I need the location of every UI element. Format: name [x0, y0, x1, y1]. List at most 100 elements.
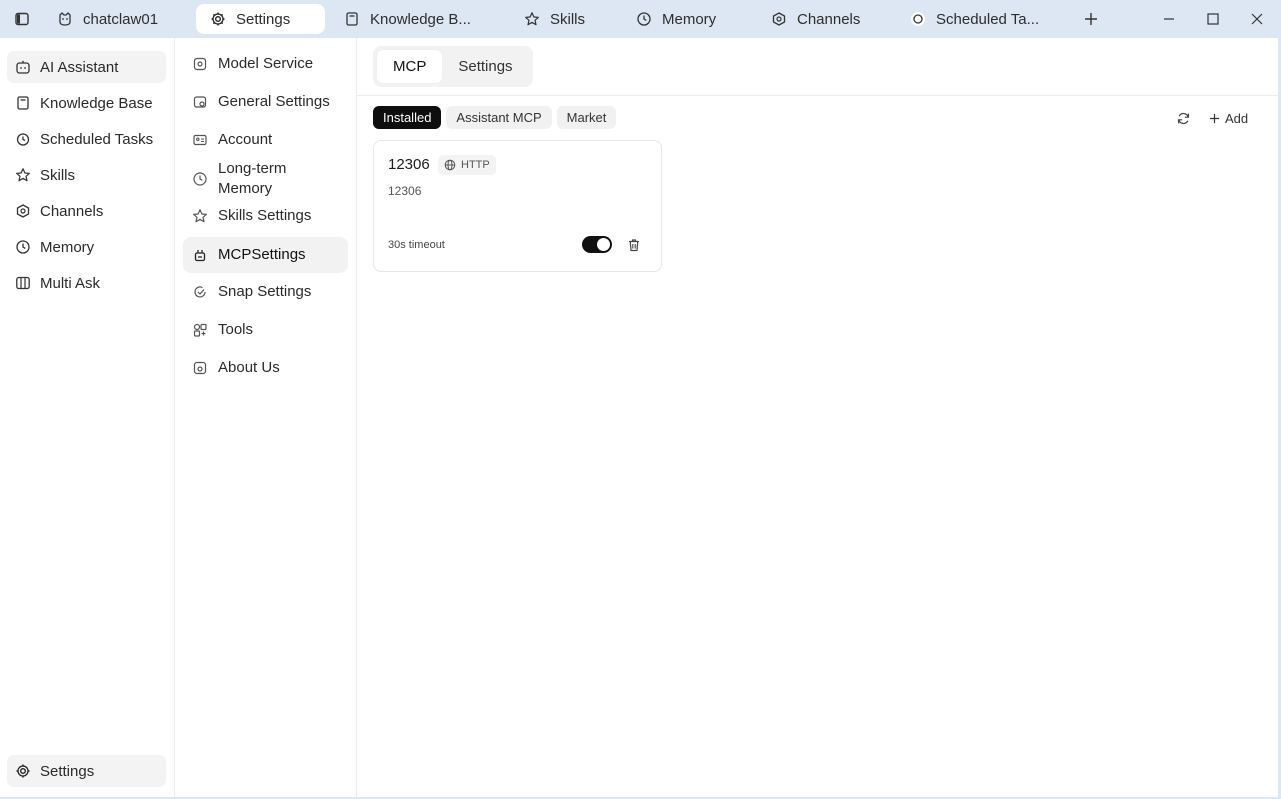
plug-icon	[192, 247, 208, 263]
refresh-icon	[1177, 112, 1189, 124]
maximize-button[interactable]	[1203, 9, 1223, 29]
timeout-label: 30s timeout	[388, 239, 445, 251]
sidebar-item-ai-assistant[interactable]: AI Assistant	[7, 51, 166, 83]
model-icon	[192, 56, 208, 72]
divider	[357, 95, 1278, 96]
transport-badge: HTTP	[438, 155, 496, 175]
gear-icon	[210, 11, 226, 27]
sidebar-item-knowledge-base[interactable]: Knowledge Base	[7, 87, 166, 119]
clock-icon	[15, 239, 31, 255]
tools-icon	[192, 322, 208, 338]
nav-label: General Settings	[218, 93, 330, 110]
info-icon	[192, 360, 208, 376]
sidebar-item-skills[interactable]: Skills	[7, 159, 166, 191]
id-card-icon	[192, 132, 208, 148]
nav-label: Account	[218, 131, 273, 148]
tab-memory[interactable]: Memory	[636, 4, 716, 34]
close-button[interactable]	[1247, 9, 1267, 29]
settings-nav-skills-settings[interactable]: Skills Settings	[183, 200, 348, 232]
tab-label: chatclaw01	[83, 10, 159, 28]
maximize-icon	[1207, 13, 1219, 25]
tab-scheduled-tasks[interactable]: Scheduled Ta...	[910, 4, 1039, 34]
mcp-segmented-control: MCP Settings	[373, 46, 533, 87]
minimize-icon	[1164, 18, 1174, 20]
minimize-button[interactable]	[1159, 9, 1179, 29]
tab-knowledge-base[interactable]: Knowledge B...	[344, 4, 471, 34]
filter-chips: Installed Assistant MCP Market	[373, 106, 617, 129]
sidebar-toggle-icon[interactable]	[14, 11, 30, 27]
channels-icon	[771, 11, 787, 27]
badge-label: HTTP	[461, 159, 490, 171]
settings-nav-snap-settings[interactable]: Snap Settings	[183, 276, 348, 308]
sidebar-settings-button[interactable]: Settings	[7, 755, 166, 787]
sidebar-item-label: Settings	[40, 762, 95, 780]
server-name: 12306	[388, 156, 430, 173]
tab-label: Memory	[662, 10, 717, 28]
star-icon	[524, 11, 540, 27]
settings-nav-mcp-settings[interactable]: MCPSettings	[183, 237, 348, 273]
nav-label: Model Service	[218, 55, 314, 72]
nav-label: Skills Settings	[218, 207, 312, 224]
settings-nav-about-us[interactable]: About Us	[183, 352, 348, 384]
plus-icon	[1085, 13, 1097, 25]
settings-nav-tools[interactable]: Tools	[183, 314, 348, 346]
channels-icon	[15, 203, 31, 219]
sidebar-item-label: Scheduled Tasks	[40, 130, 154, 148]
tab-label: Scheduled Ta...	[936, 10, 1040, 28]
tab-label: Settings	[236, 10, 291, 28]
sidebar-item-label: Knowledge Base	[40, 94, 153, 112]
plus-icon	[1209, 113, 1220, 124]
filter-market[interactable]: Market	[556, 106, 617, 129]
nav-label: Snap Settings	[218, 283, 312, 300]
tab-label: Skills	[550, 10, 586, 28]
sidebar-item-label: Channels	[40, 202, 104, 220]
primary-sidebar: AI Assistant Knowledge Base Scheduled Ta…	[0, 38, 175, 799]
settings-nav-long-term-memory[interactable]: Long-term Memory	[183, 160, 348, 198]
alarm-icon	[15, 131, 31, 147]
sidebar-item-label: AI Assistant	[40, 58, 119, 76]
cat-icon	[57, 11, 73, 27]
circle-icon	[910, 11, 926, 27]
toggle-knob	[597, 238, 610, 251]
mcp-server-card[interactable]: 12306 HTTP 12306 30s timeout	[373, 140, 662, 272]
clock-icon	[192, 171, 208, 187]
enable-toggle[interactable]	[582, 236, 612, 253]
nav-label: About Us	[218, 359, 280, 376]
new-tab-button[interactable]	[1081, 9, 1101, 29]
trash-icon	[629, 239, 639, 252]
sidebar-item-channels[interactable]: Channels	[7, 195, 166, 227]
settings-nav-general-settings[interactable]: General Settings	[183, 86, 348, 118]
sidebar-item-scheduled-tasks[interactable]: Scheduled Tasks	[7, 123, 166, 155]
star-icon	[15, 167, 31, 183]
refresh-button[interactable]	[1174, 109, 1192, 127]
sidebar-item-multi-ask[interactable]: Multi Ask	[7, 267, 166, 299]
tab-chatclaw01[interactable]: chatclaw01	[57, 4, 158, 34]
settings-nav-model-service[interactable]: Model Service	[183, 48, 348, 80]
segment-settings[interactable]: Settings	[442, 50, 528, 83]
tab-channels[interactable]: Channels	[771, 4, 860, 34]
add-button[interactable]: Add	[1209, 107, 1248, 129]
book-icon	[344, 11, 360, 27]
sliders-icon	[192, 94, 208, 110]
main-content: MCP Settings Installed Assistant MCP Mar…	[357, 38, 1278, 799]
settings-nav-account[interactable]: Account	[183, 124, 348, 156]
tab-skills[interactable]: Skills	[524, 4, 585, 34]
tab-label: Channels	[797, 10, 861, 28]
delete-button[interactable]	[626, 237, 642, 253]
star-icon	[192, 208, 208, 224]
snap-icon	[192, 284, 208, 300]
filter-installed[interactable]: Installed	[373, 106, 442, 129]
book-icon	[15, 95, 31, 111]
nav-label: Tools	[218, 321, 254, 338]
sidebar-item-label: Skills	[40, 166, 76, 184]
nav-label: MCPSettings	[218, 246, 306, 263]
server-description: 12306	[388, 184, 422, 198]
settings-nav: Model Service General Settings Account L…	[175, 38, 357, 799]
close-icon	[1251, 13, 1263, 25]
tab-label: Knowledge B...	[370, 10, 471, 28]
clock-icon	[636, 11, 652, 27]
sidebar-item-memory[interactable]: Memory	[7, 231, 166, 263]
filter-assistant-mcp[interactable]: Assistant MCP	[446, 106, 552, 129]
tab-settings[interactable]: Settings	[196, 4, 325, 34]
segment-mcp[interactable]: MCP	[377, 50, 443, 83]
